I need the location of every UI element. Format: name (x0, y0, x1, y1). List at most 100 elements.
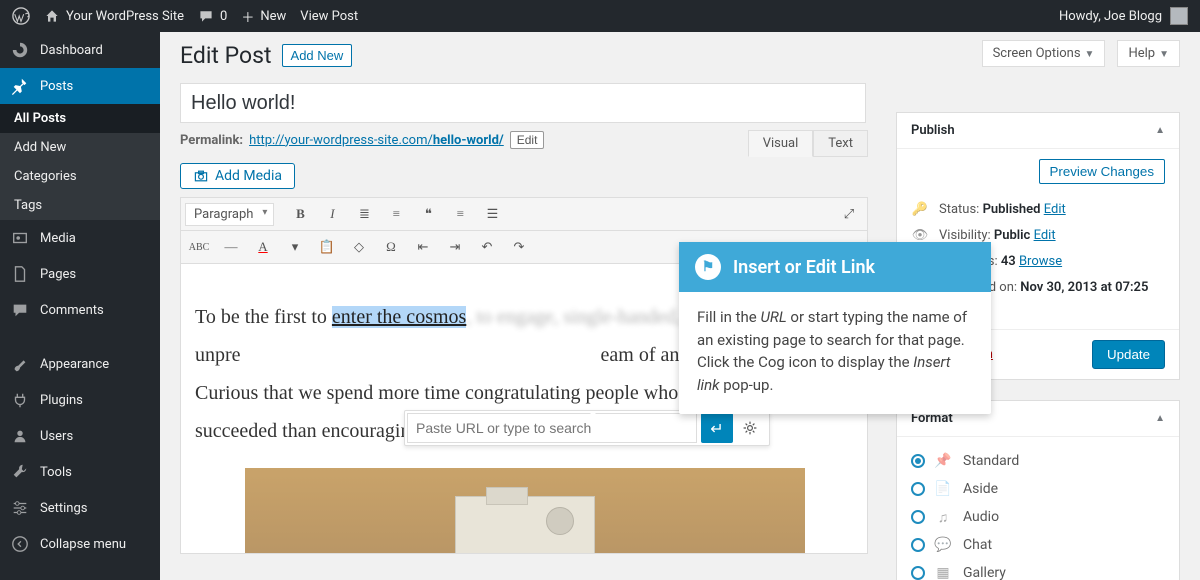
bold-icon[interactable]: B (286, 200, 314, 228)
menu-pages[interactable]: Pages (0, 256, 160, 292)
visibility-edit[interactable]: Edit (1034, 228, 1056, 243)
plug-icon (10, 390, 30, 410)
camera-icon (193, 168, 209, 184)
menu-settings[interactable]: Settings (0, 490, 160, 526)
add-new-button[interactable]: Add New (282, 44, 353, 67)
post-title-input[interactable] (180, 83, 866, 123)
page-icon (10, 264, 30, 284)
avatar[interactable] (1170, 7, 1188, 25)
menu-posts-label: Posts (40, 79, 73, 94)
user-icon (10, 426, 30, 446)
menu-pages-label: Pages (40, 267, 76, 282)
menu-comments[interactable]: Comments (0, 292, 160, 328)
sub-all-posts[interactable]: All Posts (0, 104, 160, 133)
sub-categories[interactable]: Categories (0, 162, 160, 191)
tab-text[interactable]: Text (813, 130, 868, 157)
format-select[interactable]: Paragraph (185, 203, 274, 226)
comment-icon (198, 8, 214, 24)
menu-plugins-label: Plugins (40, 393, 83, 408)
flag-icon: ⚑ (695, 254, 721, 280)
text-part: unpre (195, 344, 241, 366)
menu-settings-label: Settings (40, 501, 87, 516)
italic-icon[interactable]: I (318, 200, 346, 228)
revisions-browse[interactable]: Browse (1019, 254, 1062, 269)
ul-icon[interactable]: ≣ (350, 200, 378, 228)
post-image[interactable] (245, 468, 805, 554)
gallery-icon: ▦ (933, 564, 953, 580)
status-row: 🔑Status: Published Edit (911, 192, 1165, 218)
wp-logo[interactable] (12, 7, 30, 25)
paste-icon[interactable]: 📋 (313, 233, 341, 261)
site-link[interactable]: Your WordPress Site (44, 8, 184, 24)
permalink-label: Permalink: (180, 133, 243, 148)
popover-body: Fill in the URL or start typing the name… (679, 292, 991, 414)
collapse-icon (10, 534, 30, 554)
key-icon: 🔑 (911, 200, 929, 218)
permalink-url[interactable]: http://your-wordpress-site.com/hello-wor… (249, 133, 504, 148)
enter-icon: ↵ (710, 419, 723, 438)
ol-icon[interactable]: ≡ (382, 200, 410, 228)
preview-changes-button[interactable]: Preview Changes (1039, 159, 1165, 184)
undo-icon[interactable]: ↶ (473, 233, 501, 261)
menu-appearance-label: Appearance (40, 357, 109, 372)
plus-icon: ＋ (241, 7, 254, 26)
new-content[interactable]: ＋ New (241, 7, 286, 26)
menu-appearance[interactable]: Appearance (0, 346, 160, 382)
status-edit[interactable]: Edit (1044, 202, 1066, 217)
format-audio[interactable]: ♫Audio (911, 503, 1165, 531)
dashboard-icon (10, 40, 30, 60)
menu-dashboard-label: Dashboard (40, 43, 103, 58)
tab-visual[interactable]: Visual (748, 130, 814, 157)
textcolor-icon[interactable]: A (249, 233, 277, 261)
strike-icon[interactable]: ABC (185, 233, 213, 261)
menu-media[interactable]: Media (0, 220, 160, 256)
format-box: Format▲ 📌Standard 📄Aside ♫Audio 💬Chat ▦G… (896, 400, 1180, 580)
sliders-icon (10, 498, 30, 518)
clear-icon[interactable]: ◇ (345, 233, 373, 261)
menu-dashboard[interactable]: Dashboard (0, 32, 160, 68)
menu-tools-label: Tools (40, 465, 72, 480)
align-center-icon[interactable]: ☰ (478, 200, 506, 228)
comments-bubble[interactable]: 0 (198, 8, 227, 24)
collapse-menu[interactable]: Collapse menu (0, 526, 160, 562)
specialchar-icon[interactable]: Ω (377, 233, 405, 261)
comments-count: 0 (220, 9, 227, 24)
menu-plugins[interactable]: Plugins (0, 382, 160, 418)
hr-icon[interactable]: — (217, 233, 245, 261)
add-media-button[interactable]: Add Media (180, 163, 295, 189)
update-button[interactable]: Update (1092, 340, 1165, 369)
howdy[interactable]: Howdy, Joe Blogg (1059, 9, 1162, 24)
format-chat[interactable]: 💬Chat (911, 531, 1165, 559)
wrench-icon (10, 462, 30, 482)
page-icon: 📄 (933, 480, 953, 498)
main-content: Screen Options▼ Help▼ Edit Post Add New … (160, 32, 1200, 580)
brush-icon (10, 354, 30, 374)
outdent-icon[interactable]: ⇤ (409, 233, 437, 261)
align-left-icon[interactable]: ≡ (446, 200, 474, 228)
format-gallery[interactable]: ▦Gallery (911, 559, 1165, 580)
view-post-link[interactable]: View Post (300, 9, 358, 24)
collapse-label: Collapse menu (40, 537, 126, 552)
fullscreen-icon[interactable]: ⤢ (835, 200, 863, 228)
sub-tags[interactable]: Tags (0, 191, 160, 220)
link-apply-button[interactable]: ↵ (701, 413, 733, 443)
menu-tools[interactable]: Tools (0, 454, 160, 490)
format-aside[interactable]: 📄Aside (911, 475, 1165, 503)
gear-icon (742, 420, 758, 436)
link-settings-button[interactable] (737, 415, 763, 441)
indent-icon[interactable]: ⇥ (441, 233, 469, 261)
permalink-edit-button[interactable]: Edit (510, 131, 545, 149)
format-standard[interactable]: 📌Standard (911, 447, 1165, 475)
menu-users[interactable]: Users (0, 418, 160, 454)
quote-icon[interactable]: ❝ (414, 200, 442, 228)
visibility-row: 👁Visibility: Public Edit (911, 218, 1165, 244)
chat-icon: 💬 (933, 536, 953, 554)
menu-posts[interactable]: Posts (0, 68, 160, 104)
sub-add-new[interactable]: Add New (0, 133, 160, 162)
publish-head[interactable]: Publish▲ (897, 113, 1179, 149)
chevron-down-icon[interactable]: ▾ (281, 233, 309, 261)
page-title: Edit Post (180, 42, 272, 69)
redo-icon[interactable]: ↷ (505, 233, 533, 261)
link-url-input[interactable] (407, 413, 697, 443)
admin-sidebar: Dashboard Posts All Posts Add New Catego… (0, 32, 160, 580)
